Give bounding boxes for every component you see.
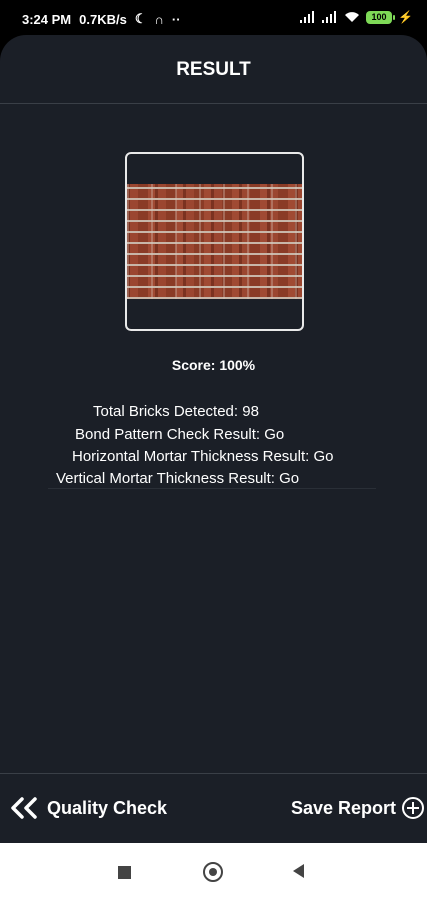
brick-joints [127, 184, 302, 299]
headset-icon: ∩ [154, 11, 164, 27]
signal-icon [300, 11, 315, 23]
total-bricks-line: Total Bricks Detected: 98 [93, 403, 259, 420]
result-screen: RESULT Score: 100% Total Bricks Detected… [0, 35, 427, 843]
bottom-bar: Quality Check Save Report [0, 773, 427, 843]
battery-icon: 100 [366, 10, 396, 24]
wifi-icon [345, 12, 360, 22]
status-right: 100 ⚡ [300, 10, 413, 24]
recents-button[interactable] [118, 866, 131, 879]
save-report-label: Save Report [290, 797, 396, 818]
header: RESULT [0, 35, 427, 104]
brick-wall-image [125, 152, 304, 331]
more-dots-icon: ·· [171, 11, 181, 27]
android-nav-bar [0, 843, 427, 900]
bond-pattern-line: Bond Pattern Check Result: Go [75, 426, 285, 443]
back-button[interactable] [293, 864, 304, 878]
score-label: Score: 100% [171, 357, 256, 373]
plus-circle-icon [402, 797, 424, 819]
vertical-mortar-line: Vertical Mortar Thickness Result: Go [56, 470, 300, 487]
results-divider [48, 488, 376, 489]
moon-icon: ☾ [134, 11, 147, 26]
horizontal-mortar-line: Horizontal Mortar Thickness Result: Go [72, 448, 334, 465]
quality-check-label: Quality Check [47, 797, 168, 818]
double-chevron-left-icon [11, 797, 37, 819]
status-time: 3:24 PM [22, 11, 72, 27]
home-button[interactable] [203, 862, 223, 882]
page-title: RESULT [176, 59, 251, 80]
status-bar: 3:24 PM 0.7KB/s ☾ ∩ ·· 100 ⚡ [0, 0, 427, 40]
quality-check-button[interactable]: Quality Check [9, 796, 167, 820]
save-report-button[interactable]: Save Report [291, 796, 425, 820]
status-left: 3:24 PM 0.7KB/s ☾ ∩ ·· [22, 11, 181, 27]
charging-icon: ⚡ [398, 10, 413, 24]
signal-icon-2 [322, 11, 337, 23]
network-speed: 0.7KB/s [79, 11, 127, 27]
